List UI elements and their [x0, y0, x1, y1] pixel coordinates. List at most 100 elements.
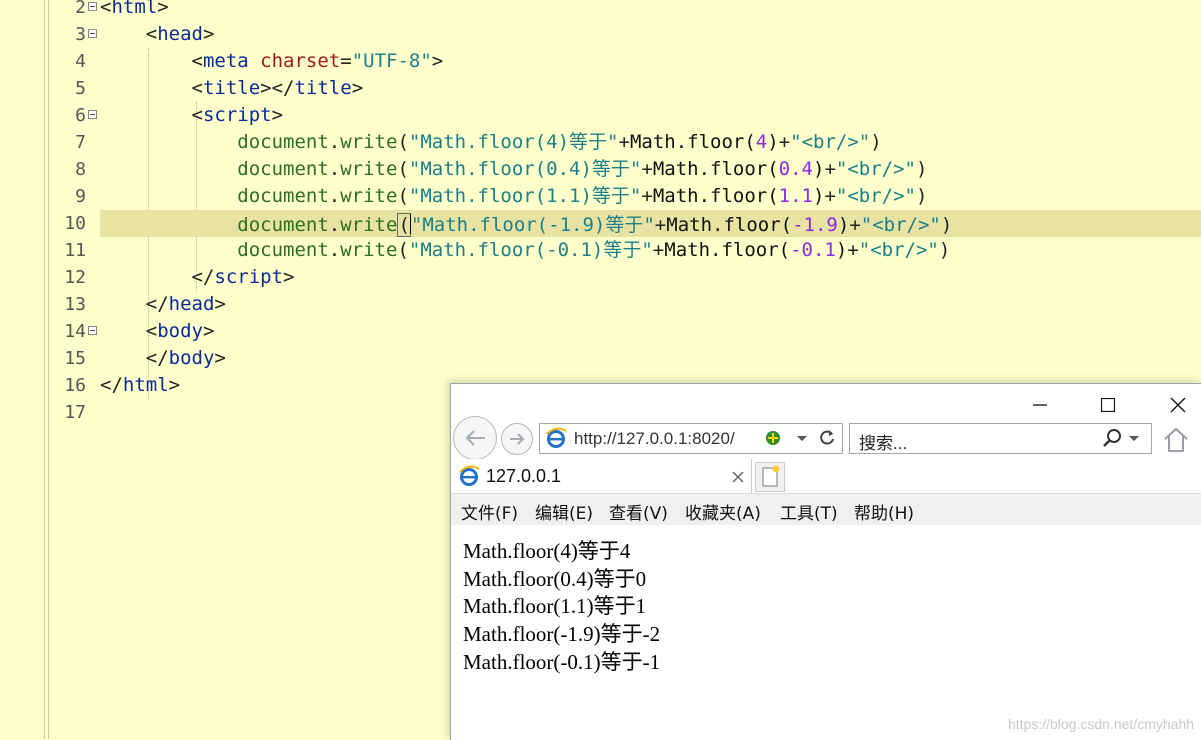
- code-token: "<br/>": [860, 214, 941, 236]
- code-token: >: [214, 293, 226, 315]
- line-number: 17: [64, 402, 86, 423]
- fold-toggle-icon[interactable]: [88, 2, 97, 11]
- output-line: Math.floor(-1.9)等于-2: [463, 622, 661, 646]
- output-line: Math.floor(1.1)等于1: [463, 594, 647, 618]
- menu-favorites[interactable]: 收藏夹(A): [685, 499, 761, 524]
- code-token: html: [111, 0, 158, 18]
- code-line: <html>: [100, 0, 169, 25]
- tab-favicon-icon: [459, 465, 480, 486]
- code-line: document.write("Math.floor(4)等于"+Math.fl…: [100, 131, 882, 160]
- browser-window[interactable]: http://127.0.0.1:8020/ 搜索... 127.0.0.1 文…: [450, 383, 1201, 740]
- new-tab-icon: [762, 465, 780, 487]
- menu-help[interactable]: 帮助(H): [854, 499, 914, 524]
- code-token: document: [100, 131, 329, 153]
- search-icon[interactable]: [1102, 428, 1122, 448]
- address-text[interactable]: http://127.0.0.1:8020/: [574, 429, 735, 449]
- code-token: +: [641, 185, 653, 207]
- code-line: document.write("Math.floor(-1.9)等于"+Math…: [100, 213, 953, 241]
- code-token: >: [271, 104, 284, 126]
- code-token: (: [397, 185, 409, 207]
- compatibility-view-icon[interactable]: [764, 429, 782, 447]
- code-token: <: [100, 50, 203, 72]
- back-button[interactable]: [453, 416, 497, 460]
- close-icon: [1170, 397, 1186, 413]
- code-token: -1.9: [792, 214, 838, 236]
- page-content: Math.floor(4)等于4 Math.floor(0.4)等于0 Math…: [451, 525, 1201, 740]
- code-token: (: [397, 239, 409, 261]
- code-token: Math.floor(: [666, 214, 793, 236]
- search-input[interactable]: 搜索...: [859, 429, 907, 454]
- code-token: script: [214, 266, 284, 288]
- address-bar[interactable]: http://127.0.0.1:8020/: [539, 423, 843, 454]
- code-token: </: [100, 374, 123, 396]
- line-number: 5: [75, 78, 86, 99]
- menu-edit[interactable]: 编辑(E): [535, 499, 593, 524]
- code-token: ></: [260, 77, 295, 99]
- code-token: ): [812, 185, 825, 207]
- forward-button[interactable]: [501, 423, 533, 455]
- code-line: </head>: [100, 295, 226, 322]
- code-token: ): [915, 185, 928, 207]
- code-token: write: [340, 239, 398, 261]
- code-token: ): [938, 239, 951, 261]
- line-number: 15: [64, 348, 86, 369]
- code-token: "<br/>": [835, 185, 916, 207]
- dropdown-arrow-icon[interactable]: [796, 435, 808, 443]
- code-token: <: [100, 23, 158, 45]
- search-box[interactable]: 搜索...: [849, 423, 1152, 454]
- back-arrow-icon: [465, 430, 485, 446]
- tab-label: 127.0.0.1: [486, 466, 562, 486]
- code-token: ): [837, 214, 850, 236]
- code-token: ): [940, 214, 953, 236]
- code-token: "<br/>": [790, 131, 871, 153]
- code-token: >: [283, 266, 295, 288]
- code-token: head: [157, 23, 203, 45]
- code-line: <title></title>: [100, 77, 364, 106]
- line-number: 8: [75, 159, 86, 180]
- code-token: title: [202, 77, 261, 99]
- menu-file[interactable]: 文件(F): [461, 499, 518, 524]
- code-token: body: [168, 347, 215, 369]
- code-token: .: [328, 239, 341, 261]
- code-token: ): [812, 158, 825, 180]
- line-number: 6: [75, 105, 86, 126]
- tab-active[interactable]: 127.0.0.1: [451, 459, 752, 493]
- navigation-bar: http://127.0.0.1:8020/ 搜索...: [451, 414, 1201, 460]
- fold-toggle-icon[interactable]: [88, 110, 97, 119]
- code-token: ): [767, 131, 779, 153]
- line-number: 10: [64, 213, 86, 234]
- line-number: 13: [64, 294, 86, 315]
- code-line: </html>: [100, 376, 180, 403]
- code-token: document: [100, 185, 329, 207]
- code-token: (: [397, 213, 411, 237]
- tab-close-icon[interactable]: [732, 471, 744, 483]
- code-token: ): [870, 131, 882, 153]
- fold-toggle-icon[interactable]: [88, 29, 97, 38]
- line-number: 7: [75, 132, 86, 153]
- code-token: +: [824, 185, 836, 207]
- code-line: <script>: [100, 104, 284, 133]
- code-token: +: [778, 131, 791, 153]
- home-icon[interactable]: [1161, 425, 1191, 455]
- maximize-icon: [1101, 398, 1115, 412]
- code-line: <head>: [100, 23, 215, 52]
- code-token: >: [202, 320, 215, 342]
- line-number: 4: [75, 51, 86, 72]
- new-tab-button[interactable]: [755, 462, 785, 492]
- search-dropdown-icon[interactable]: [1128, 435, 1140, 443]
- menu-view[interactable]: 查看(V): [609, 499, 668, 524]
- code-token: write: [340, 185, 398, 207]
- code-token: Math.floor(: [629, 131, 756, 153]
- fold-toggle-icon[interactable]: [88, 326, 97, 335]
- code-token: (: [397, 131, 409, 153]
- menu-tools[interactable]: 工具(T): [780, 499, 838, 524]
- code-token: "Math.floor(-1.9)等于": [410, 214, 655, 236]
- refresh-icon[interactable]: [818, 429, 836, 447]
- code-token: >: [157, 0, 169, 18]
- code-line: </script>: [100, 266, 295, 295]
- code-token: 4: [755, 131, 768, 153]
- line-number: 9: [75, 186, 86, 207]
- code-token: 1.1: [778, 185, 813, 207]
- code-token: .: [328, 131, 341, 153]
